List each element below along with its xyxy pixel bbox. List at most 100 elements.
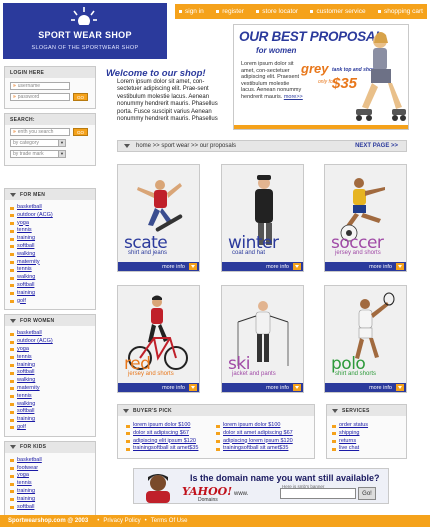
privacy-policy-link[interactable]: Privacy Policy: [103, 518, 140, 524]
list-item-link[interactable]: walking: [17, 251, 35, 257]
list-item[interactable]: maternity: [10, 385, 95, 393]
list-item-link[interactable]: trainingsoftball sit amet$35: [133, 445, 198, 451]
list-item[interactable]: basketball: [10, 204, 95, 212]
list-item[interactable]: softball: [10, 408, 95, 416]
list-item-link[interactable]: golf: [17, 424, 26, 430]
list-item-link[interactable]: adipiscing lorem ipsum $120: [223, 438, 293, 444]
list-item[interactable]: tennis: [10, 227, 95, 235]
list-item[interactable]: returns: [331, 438, 368, 446]
password-input[interactable]: » password: [10, 93, 70, 101]
list-item[interactable]: footwear: [10, 465, 95, 473]
login-go-button[interactable]: GO: [73, 93, 88, 101]
list-item-link[interactable]: adipiscing elit ipsum $120: [133, 438, 196, 444]
product-card-winter[interactable]: winter coat and hat more info: [221, 164, 304, 272]
promo-more-link[interactable]: more>>: [284, 94, 303, 100]
list-item[interactable]: order status: [331, 422, 368, 430]
list-item[interactable]: softball: [10, 504, 95, 512]
list-item[interactable]: dolor sit amet adipiscing $67: [216, 430, 293, 438]
list-item[interactable]: training: [10, 488, 95, 496]
ad-banner[interactable]: Is the domain name you want still availa…: [133, 468, 389, 504]
list-item-link[interactable]: dolor sit amet adipiscing $67: [223, 430, 293, 436]
list-item[interactable]: tennis: [10, 354, 95, 362]
list-item[interactable]: outdoor (ACG): [10, 338, 95, 346]
list-item[interactable]: training: [10, 496, 95, 504]
list-item-link[interactable]: maternity: [17, 259, 40, 265]
list-item[interactable]: tennis: [10, 266, 95, 274]
list-item-link[interactable]: yoga: [17, 346, 29, 352]
ad-go-button[interactable]: Go!: [358, 487, 376, 500]
list-item[interactable]: yoga: [10, 346, 95, 354]
list-item[interactable]: golf: [10, 424, 95, 432]
list-item-link[interactable]: walking: [17, 274, 35, 280]
list-item[interactable]: maternity: [10, 259, 95, 267]
list-item-link[interactable]: basketball: [17, 204, 42, 210]
list-item-link[interactable]: basketball: [17, 457, 42, 463]
list-item[interactable]: shipping: [331, 430, 368, 438]
list-item-link[interactable]: yoga: [17, 472, 29, 478]
list-item[interactable]: softball: [10, 369, 95, 377]
list-item[interactable]: live chat: [331, 445, 368, 453]
list-item[interactable]: walking: [10, 401, 95, 409]
list-item[interactable]: lorem ipsum dolor $100: [125, 422, 198, 430]
list-item[interactable]: tennis: [10, 393, 95, 401]
product-card-polo[interactable]: polo shirt and shorts more info: [324, 285, 407, 393]
list-item-link[interactable]: basketball: [17, 330, 42, 336]
list-item[interactable]: training: [10, 362, 95, 370]
list-item[interactable]: softball: [10, 282, 95, 290]
list-item-link[interactable]: order status: [339, 422, 368, 428]
list-item-link[interactable]: tennis: [17, 393, 32, 399]
list-item-link[interactable]: softball: [17, 504, 34, 510]
more-info-button[interactable]: more info: [325, 383, 406, 392]
next-page-link[interactable]: NEXT PAGE >>: [355, 143, 398, 149]
list-item[interactable]: trainingsoftball sit amet$35: [125, 445, 198, 453]
nav-customer-service[interactable]: customer service: [310, 8, 366, 15]
list-item-link[interactable]: training: [17, 416, 35, 422]
promo-banner[interactable]: OUR BEST PROPOSAL for women Lorem ipsum …: [233, 24, 409, 130]
logo[interactable]: SPORT WEAR SHOP SLOGAN OF THE SPORTWEAR …: [3, 3, 167, 59]
search-go-button[interactable]: GO: [73, 128, 88, 136]
list-item-link[interactable]: returns: [339, 438, 356, 444]
list-item[interactable]: yoga: [10, 472, 95, 480]
list-item[interactable]: softball: [10, 243, 95, 251]
list-item[interactable]: training: [10, 416, 95, 424]
list-item-link[interactable]: shipping: [339, 430, 360, 436]
list-item-link[interactable]: training: [17, 496, 35, 502]
list-item-link[interactable]: tennis: [17, 266, 32, 272]
list-item-link[interactable]: softball: [17, 243, 34, 249]
nav-shopping-cart[interactable]: shopping cart: [377, 8, 423, 15]
list-item-link[interactable]: outdoor (ACG): [17, 338, 53, 344]
list-item-link[interactable]: training: [17, 488, 35, 494]
search-input[interactable]: » enth you search: [10, 128, 70, 136]
product-card-ski[interactable]: ski jacket and pants more info: [221, 285, 304, 393]
list-item-link[interactable]: lorem ipsum dolor $100: [133, 422, 190, 428]
list-item[interactable]: training: [10, 235, 95, 243]
list-item-link[interactable]: training: [17, 235, 35, 241]
list-item-link[interactable]: outdoor (ACG): [17, 212, 53, 218]
list-item[interactable]: adipiscing elit ipsum $120: [125, 438, 198, 446]
list-item-link[interactable]: golf: [17, 298, 26, 304]
list-item-link[interactable]: live chat: [339, 445, 359, 451]
list-item[interactable]: outdoor (ACG): [10, 212, 95, 220]
more-info-button[interactable]: more info: [118, 383, 199, 392]
product-card-red[interactable]: red jersey and shorts more info: [117, 285, 200, 393]
list-item-link[interactable]: walking: [17, 377, 35, 383]
list-item-link[interactable]: tennis: [17, 227, 32, 233]
list-item[interactable]: walking: [10, 377, 95, 385]
nav-register[interactable]: register: [216, 8, 244, 15]
list-item-link[interactable]: walking: [17, 401, 35, 407]
list-item-link[interactable]: softball: [17, 408, 34, 414]
more-info-button[interactable]: more info: [325, 262, 406, 271]
terms-link[interactable]: Terms Of Use: [151, 518, 188, 524]
list-item-link[interactable]: trainingsoftball sit amet$35: [223, 445, 288, 451]
list-item-link[interactable]: softball: [17, 282, 34, 288]
list-item[interactable]: training: [10, 290, 95, 298]
list-item-link[interactable]: maternity: [17, 385, 40, 391]
list-item[interactable]: walking: [10, 251, 95, 259]
more-info-button[interactable]: more info: [118, 262, 199, 271]
more-info-button[interactable]: more info: [222, 383, 303, 392]
list-item[interactable]: walking: [10, 274, 95, 282]
breadcrumb-path[interactable]: home >> sport wear >> our proposals: [136, 143, 236, 149]
list-item-link[interactable]: training: [17, 290, 35, 296]
list-item-link[interactable]: footwear: [17, 465, 38, 471]
list-item-link[interactable]: lorem ipsum dolor $100: [223, 422, 280, 428]
